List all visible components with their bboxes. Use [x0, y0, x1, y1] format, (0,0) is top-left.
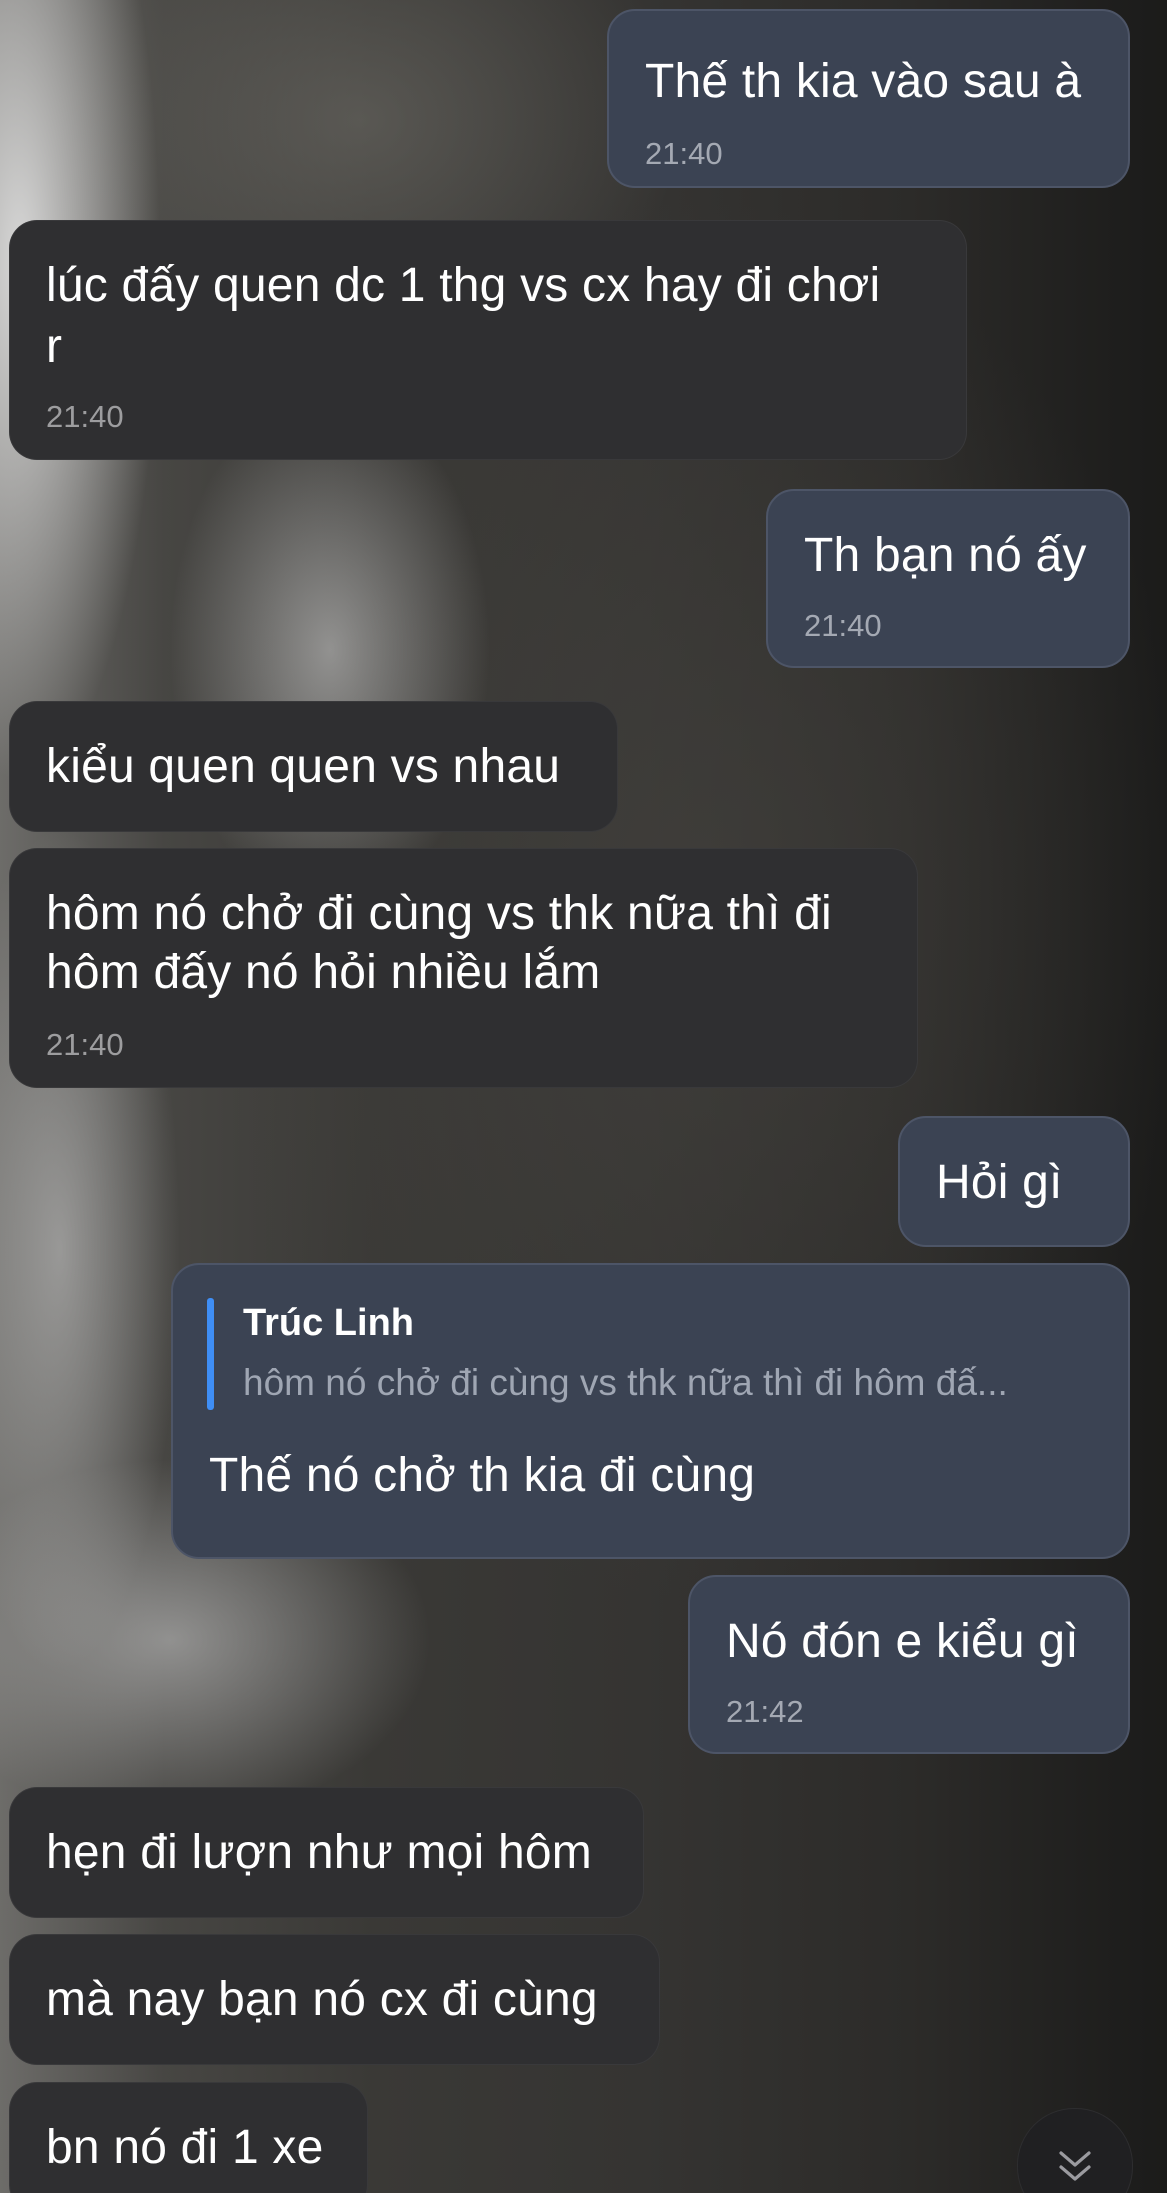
message-outgoing[interactable]: Thế th kia vào sau à 21:40 — [607, 9, 1130, 188]
message-text: Hỏi gì — [936, 1156, 1063, 1209]
message-text-line: hôm nó chở đi cùng vs thk nữa thì đi — [46, 887, 832, 940]
reply-accent-bar — [207, 1298, 214, 1410]
message-incoming[interactable]: mà nay bạn nó cx đi cùng — [9, 1934, 660, 2065]
message-text: Thế nó chở th kia đi cùng — [209, 1449, 756, 1502]
message-outgoing[interactable]: Nó đón e kiểu gì 21:42 — [688, 1575, 1130, 1754]
message-outgoing[interactable]: Th bạn nó ấy 21:40 — [766, 489, 1130, 668]
message-incoming[interactable]: hẹn đi lượn như mọi hôm — [9, 1787, 644, 1918]
message-text: kiểu quen quen vs nhau — [46, 740, 561, 793]
message-text-line: lúc đấy quen dc 1 thg vs cx hay đi chơi — [46, 259, 881, 312]
reply-snippet: hôm nó chở đi cùng vs thk nữa thì đi hôm… — [243, 1362, 1008, 1403]
message-incoming[interactable]: lúc đấy quen dc 1 thg vs cx hay đi chơi … — [9, 220, 967, 460]
message-incoming[interactable]: hôm nó chở đi cùng vs thk nữa thì đi hôm… — [9, 848, 918, 1088]
message-time: 21:40 — [46, 1027, 124, 1062]
message-text: hẹn đi lượn như mọi hôm — [46, 1826, 592, 1879]
message-time: 21:42 — [726, 1694, 804, 1729]
message-text: Thế th kia vào sau à — [645, 55, 1082, 108]
message-text: Th bạn nó ấy — [804, 529, 1087, 582]
message-time: 21:40 — [46, 399, 124, 434]
message-text-line: r — [46, 320, 63, 373]
message-text: mà nay bạn nó cx đi cùng — [46, 1973, 598, 2026]
message-outgoing[interactable]: Hỏi gì — [898, 1116, 1130, 1247]
message-text-line: hôm đấy nó hỏi nhiều lắm — [46, 946, 601, 999]
message-time: 21:40 — [804, 608, 882, 643]
reply-sender: Trúc Linh — [243, 1302, 414, 1344]
message-text: bn nó đi 1 xe — [46, 2121, 324, 2174]
message-text: Nó đón e kiểu gì — [726, 1615, 1079, 1668]
message-incoming[interactable]: kiểu quen quen vs nhau — [9, 701, 618, 832]
message-outgoing-reply[interactable]: Trúc Linh hôm nó chở đi cùng vs thk nữa … — [171, 1263, 1130, 1559]
message-incoming[interactable]: bn nó đi 1 xe — [9, 2082, 368, 2193]
message-time: 21:40 — [645, 136, 723, 171]
chat-view[interactable]: Thế th kia vào sau à 21:40 lúc đấy quen … — [0, 0, 1167, 2193]
double-chevron-down-icon — [1059, 2151, 1091, 2181]
scroll-to-bottom-button[interactable] — [1017, 2108, 1133, 2193]
